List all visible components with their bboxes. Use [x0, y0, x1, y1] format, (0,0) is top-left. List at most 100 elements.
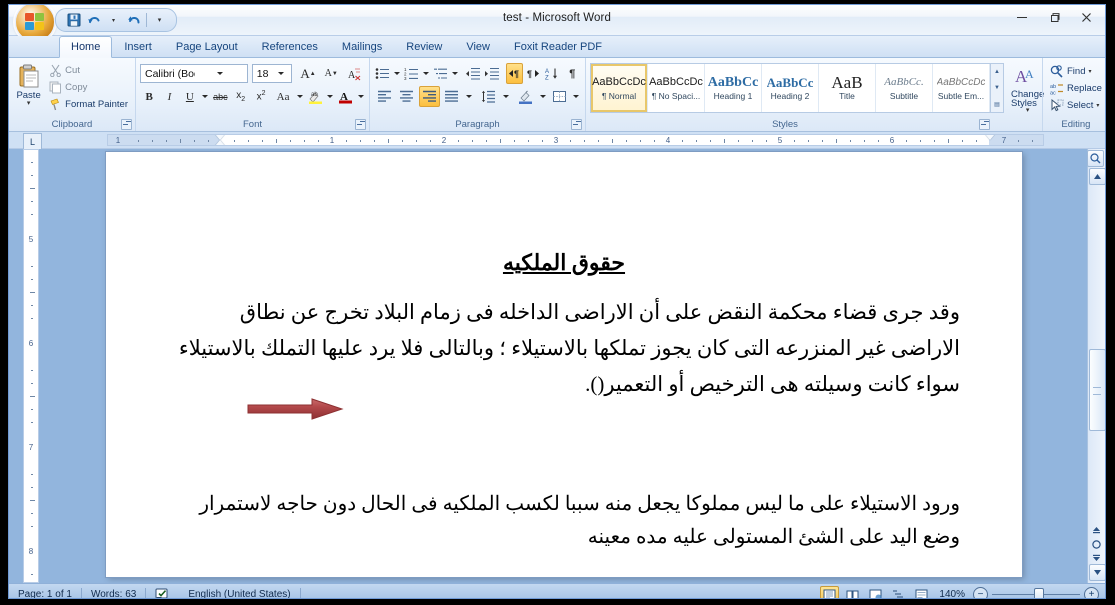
cut-button[interactable]: Cut — [46, 63, 131, 78]
zoom-thumb[interactable] — [1034, 588, 1044, 598]
increase-indent-button[interactable] — [483, 63, 500, 84]
view-full-screen-reading-button[interactable] — [843, 586, 862, 598]
style-no-spacing[interactable]: AaBbCcDc ¶ No Spaci... — [648, 64, 705, 112]
zoom-in-button[interactable]: + — [1084, 587, 1099, 598]
tab-view[interactable]: View — [454, 36, 502, 57]
copy-button[interactable]: Copy — [46, 80, 131, 95]
find-button[interactable]: Find ▾ — [1047, 64, 1105, 79]
tab-review[interactable]: Review — [394, 36, 454, 57]
grow-font-button[interactable]: A ▲ — [297, 63, 318, 84]
tab-stop-selector[interactable]: L — [23, 133, 42, 150]
borders-button[interactable] — [549, 86, 570, 107]
clipboard-dialog-launcher[interactable] — [121, 119, 132, 130]
change-styles-button[interactable]: AA Change Styles ▾ — [1011, 63, 1044, 114]
align-left-button[interactable] — [374, 86, 395, 107]
font-size-combobox[interactable]: 18 — [251, 64, 293, 83]
word-count[interactable]: Words: 63 — [82, 585, 145, 598]
change-styles-dropdown-arrow[interactable]: ▾ — [1026, 107, 1030, 114]
right-indent-marker[interactable] — [985, 135, 995, 140]
font-name-chevron-down-icon[interactable] — [195, 72, 245, 75]
bullets-button[interactable] — [374, 63, 391, 84]
zoom-level[interactable]: 140% — [935, 589, 969, 598]
font-name-combobox[interactable]: Calibri (Body) — [140, 64, 248, 83]
style-title[interactable]: AaB Title — [819, 64, 876, 112]
view-draft-button[interactable] — [912, 586, 931, 598]
language-indicator[interactable]: English (United States) — [179, 585, 299, 598]
font-color-dropdown[interactable] — [357, 87, 365, 106]
minimize-button[interactable] — [1007, 7, 1037, 27]
tab-insert[interactable]: Insert — [112, 36, 164, 57]
sort-button[interactable]: AZ — [544, 63, 561, 84]
tab-mailings[interactable]: Mailings — [330, 36, 394, 57]
select-browse-object-button[interactable] — [1087, 150, 1104, 167]
view-outline-button[interactable] — [889, 586, 908, 599]
font-color-button[interactable]: A — [337, 86, 355, 107]
view-web-layout-button[interactable] — [866, 586, 885, 598]
view-print-layout-button[interactable] — [820, 585, 840, 598]
tab-references[interactable]: References — [250, 36, 330, 57]
page-indicator[interactable]: Page: 1 of 1 — [9, 585, 81, 598]
style-heading-1[interactable]: AaBbCc Heading 1 — [705, 64, 762, 112]
line-spacing-button[interactable] — [479, 86, 500, 107]
styles-more-icon[interactable]: ▤ — [991, 97, 1003, 112]
shading-button[interactable] — [515, 86, 536, 107]
zoom-slider[interactable]: − + — [973, 587, 1099, 598]
previous-page-button[interactable] — [1089, 523, 1104, 537]
horizontal-ruler[interactable]: 1 1 2 3 4 5 6 7 — [107, 134, 1044, 146]
maximize-button[interactable] — [1039, 7, 1069, 27]
replace-button[interactable]: ab ac Replace — [1047, 81, 1105, 96]
proofing-status-icon[interactable] — [146, 585, 179, 598]
vertical-ruler[interactable]: 5 6 7 8 — [23, 149, 39, 583]
paragraph-dialog-launcher[interactable] — [571, 119, 582, 130]
line-spacing-dropdown[interactable] — [501, 87, 510, 106]
shrink-font-button[interactable]: A ▼ — [321, 63, 342, 84]
superscript-button[interactable]: x2 — [252, 86, 270, 107]
shading-dropdown[interactable] — [538, 87, 547, 106]
justify-dropdown[interactable] — [464, 87, 473, 106]
vertical-scrollbar[interactable] — [1087, 149, 1105, 583]
select-browse-object-circle[interactable] — [1089, 537, 1104, 551]
justify-button[interactable] — [442, 86, 463, 107]
select-button[interactable]: Select ▾ — [1047, 98, 1105, 113]
clear-formatting-button[interactable]: A — [344, 63, 365, 84]
scrollbar-thumb[interactable] — [1089, 349, 1105, 431]
style-subtle-emphasis[interactable]: AaBbCcDc Subtle Em... — [933, 64, 990, 112]
ltr-text-direction-button[interactable]: ¶ — [505, 63, 523, 84]
zoom-out-button[interactable]: − — [973, 587, 988, 598]
styles-scroll-up-icon[interactable]: ▲ — [991, 64, 1003, 79]
tab-page-layout[interactable]: Page Layout — [164, 36, 250, 57]
underline-dropdown[interactable] — [201, 87, 209, 106]
next-page-button[interactable] — [1089, 551, 1104, 565]
numbering-button[interactable]: 123 — [403, 63, 420, 84]
bullets-dropdown[interactable] — [393, 64, 401, 83]
style-normal[interactable]: AaBbCcDc ¶ Normal — [591, 64, 648, 112]
paste-dropdown-arrow[interactable]: ▾ — [27, 100, 31, 107]
tab-home[interactable]: Home — [59, 36, 113, 58]
underline-button[interactable]: U — [181, 86, 199, 107]
change-case-button[interactable]: Aa — [272, 86, 294, 107]
document-page[interactable]: حقوق الملكيه وقد جرى قضاء محكمة النقض عل… — [106, 152, 1022, 577]
show-formatting-marks-button[interactable]: ¶ — [564, 63, 581, 84]
numbering-dropdown[interactable] — [422, 64, 430, 83]
document-body[interactable]: حقوق الملكيه وقد جرى قضاء محكمة النقض عل… — [106, 152, 1022, 554]
text-highlight-color-button[interactable]: ab — [306, 86, 324, 107]
tab-foxit-reader-pdf[interactable]: Foxit Reader PDF — [502, 36, 614, 57]
decrease-indent-button[interactable] — [464, 63, 481, 84]
highlight-dropdown[interactable] — [326, 87, 334, 106]
align-right-button[interactable] — [419, 86, 440, 107]
format-painter-button[interactable]: Format Painter — [46, 97, 131, 112]
close-button[interactable] — [1071, 7, 1101, 27]
align-center-button[interactable] — [397, 86, 418, 107]
change-case-dropdown[interactable] — [296, 87, 304, 106]
scroll-down-button[interactable] — [1089, 564, 1105, 581]
italic-button[interactable]: I — [160, 86, 178, 107]
rtl-text-direction-button[interactable]: ¶ — [525, 63, 542, 84]
styles-dialog-launcher[interactable] — [979, 119, 990, 130]
style-subtitle[interactable]: AaBbCc. Subtitle — [876, 64, 933, 112]
zoom-track[interactable] — [992, 588, 1080, 598]
font-size-chevron-down-icon[interactable] — [273, 72, 289, 75]
multilevel-list-button[interactable] — [432, 63, 449, 84]
scroll-up-button[interactable] — [1089, 168, 1105, 185]
bold-button[interactable]: B — [140, 86, 158, 107]
borders-dropdown[interactable] — [572, 87, 581, 106]
